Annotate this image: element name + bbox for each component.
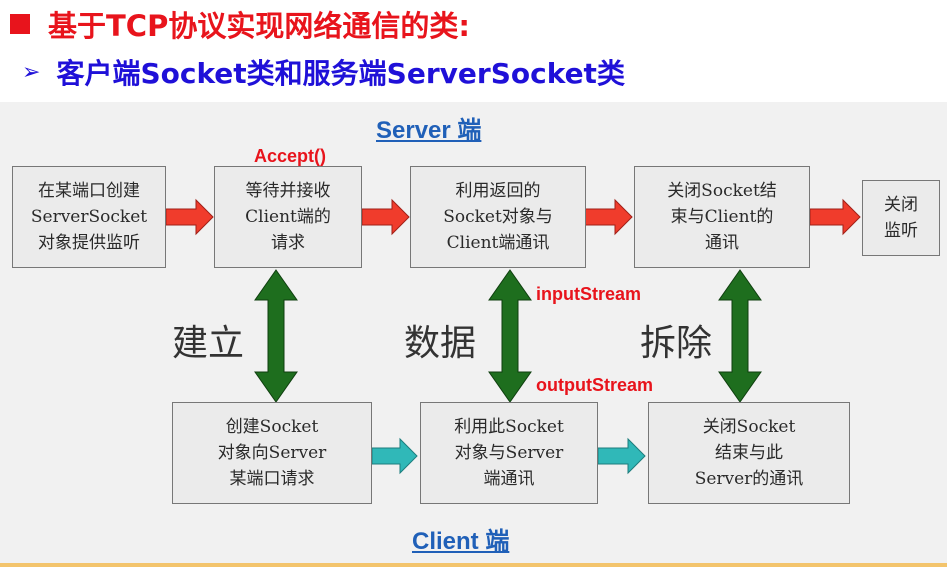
- accept-label: Accept(): [254, 146, 327, 166]
- vertical-arrow-establish: [254, 269, 298, 403]
- server-arrow-3: [584, 198, 633, 236]
- server-box-close-socket: 关闭Socket结 束与Client的 通讯: [634, 166, 810, 268]
- bottom-divider: [0, 563, 947, 567]
- server-box-listen: 在某端口创建 ServerSocket 对象提供监听: [12, 166, 166, 268]
- output-stream-label: outputStream: [536, 375, 653, 395]
- client-arrow-1: [371, 437, 418, 475]
- server-label: Server 端: [376, 117, 482, 144]
- client-box-create: 创建Socket 对象向Server 某端口请求: [172, 402, 372, 504]
- server-box-communicate: 利用返回的 Socket对象与 Client端通讯: [410, 166, 586, 268]
- data-label: 数据: [404, 323, 477, 364]
- server-arrow-2: [361, 198, 410, 236]
- server-arrow-4: [809, 198, 861, 236]
- client-box-communicate: 利用此Socket 对象与Server 端通讯: [420, 402, 598, 504]
- client-arrow-2: [597, 437, 646, 475]
- client-label: Client 端: [412, 528, 510, 555]
- server-arrow-1: [165, 198, 214, 236]
- vertical-arrow-data: [488, 269, 532, 403]
- server-box-close-listen: 关闭 监听: [862, 180, 940, 256]
- establish-label: 建立: [172, 323, 245, 364]
- server-box-accept: 等待并接收 Client端的 请求: [214, 166, 362, 268]
- input-stream-label: inputStream: [536, 284, 642, 304]
- vertical-arrow-teardown: [718, 269, 762, 403]
- client-box-close: 关闭Socket 结束与此 Server的通讯: [648, 402, 850, 504]
- teardown-label: 拆除: [640, 323, 713, 364]
